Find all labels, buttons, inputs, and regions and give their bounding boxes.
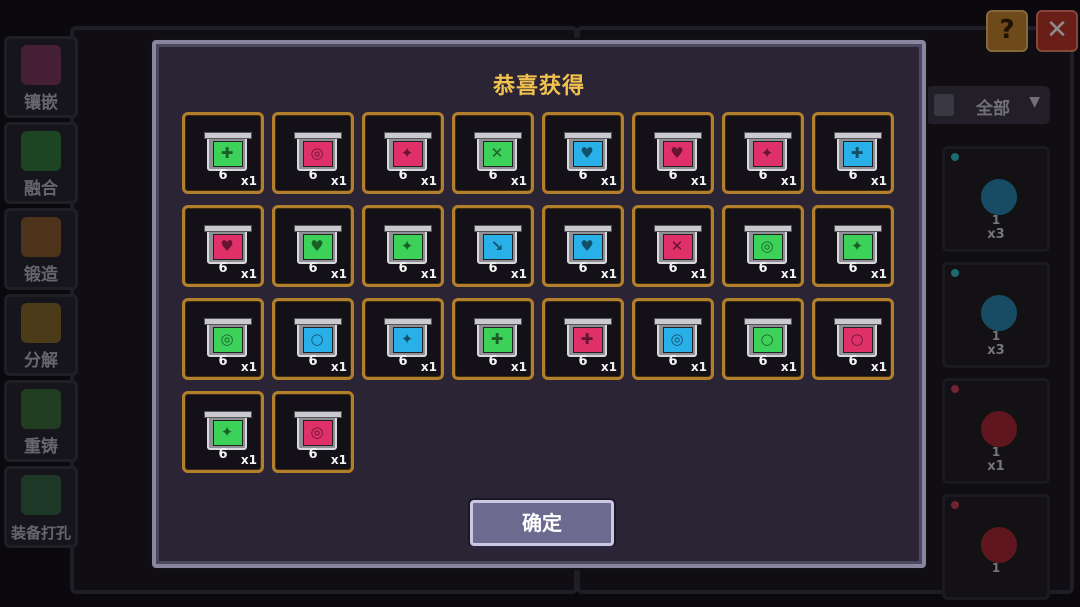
ring-gem-icon: ○: [294, 318, 342, 357]
reward-quantity: x1: [510, 360, 527, 374]
reward-slot[interactable]: ♥ 6 x1: [182, 205, 264, 287]
reward-dialog: 恭喜获得 ✚ 6 x1 ◎ 6 x1 ✦ 6 x1 ✕ 6 x1 ♥ 6 x1 ♥ 6 x1 ✦ 6 x1 ✚ 6 x1 ♥ 6 x…: [152, 40, 926, 568]
reward-slot[interactable]: ○ 6 x1: [812, 298, 894, 380]
reward-slot[interactable]: ✕ 6 x1: [632, 205, 714, 287]
dialog-title: 恭喜获得: [492, 74, 585, 99]
reward-quantity: x1: [510, 267, 527, 281]
wing-gem-icon: ✦: [834, 225, 882, 264]
wing-gem-icon: ✦: [744, 132, 792, 171]
reward-quantity: x1: [420, 174, 437, 188]
spiral-gem-icon: ◎: [204, 318, 252, 357]
plus-gem-icon: ✚: [834, 132, 882, 171]
reward-slot[interactable]: ✚ 6 x1: [182, 112, 264, 194]
reward-quantity: x1: [240, 360, 257, 374]
reward-slot[interactable]: ♥ 6 x1: [542, 112, 624, 194]
ring-gem-icon: ○: [834, 318, 882, 357]
reward-quantity: x1: [330, 267, 347, 281]
reward-slot[interactable]: ♥ 6 x1: [272, 205, 354, 287]
reward-slot[interactable]: ✦ 6 x1: [812, 205, 894, 287]
reward-slot[interactable]: ✦ 6 x1: [722, 112, 804, 194]
reward-quantity: x1: [780, 360, 797, 374]
reward-slot[interactable]: ✕ 6 x1: [452, 112, 534, 194]
reward-quantity: x1: [240, 453, 257, 467]
reward-slot[interactable]: ✦ 6 x1: [362, 205, 444, 287]
reward-quantity: x1: [780, 267, 797, 281]
reward-quantity: x1: [510, 174, 527, 188]
reward-quantity: x1: [690, 360, 707, 374]
reward-slot[interactable]: ✚ 6 x1: [542, 298, 624, 380]
reward-quantity: x1: [240, 174, 257, 188]
plus-gem-icon: ✚: [474, 318, 522, 357]
reward-slot[interactable]: ♥ 6 x1: [542, 205, 624, 287]
wing-gem-icon: ✦: [384, 225, 432, 264]
reward-quantity: x1: [600, 360, 617, 374]
reward-slot[interactable]: ↘ 6 x1: [452, 205, 534, 287]
cross-gem-icon: ✕: [654, 225, 702, 264]
reward-quantity: x1: [420, 267, 437, 281]
spiral-gem-icon: ◎: [744, 225, 792, 264]
reward-slot[interactable]: ○ 6 x1: [272, 298, 354, 380]
wing-gem-icon: ✦: [204, 411, 252, 450]
spiral-gem-icon: ◎: [294, 132, 342, 171]
heart-gem-icon: ♥: [564, 132, 612, 171]
reward-slot[interactable]: ◎ 6 x1: [182, 298, 264, 380]
reward-slot[interactable]: ○ 6 x1: [722, 298, 804, 380]
reward-quantity: x1: [870, 174, 887, 188]
reward-slot[interactable]: ♥ 6 x1: [632, 112, 714, 194]
spiral-gem-icon: ◎: [654, 318, 702, 357]
wing-gem-icon: ✦: [384, 318, 432, 357]
reward-quantity: x1: [780, 174, 797, 188]
reward-quantity: x1: [870, 360, 887, 374]
reward-quantity: x1: [330, 453, 347, 467]
reward-slot[interactable]: ✦ 6 x1: [362, 298, 444, 380]
reward-slot[interactable]: ✦ 6 x1: [362, 112, 444, 194]
reward-quantity: x1: [330, 174, 347, 188]
reward-quantity: x1: [600, 267, 617, 281]
reward-quantity: x1: [690, 174, 707, 188]
spiral-gem-icon: ◎: [294, 411, 342, 450]
reward-slot[interactable]: ✦ 6 x1: [182, 391, 264, 473]
plus-gem-icon: ✚: [564, 318, 612, 357]
reward-slot[interactable]: ✚ 6 x1: [812, 112, 894, 194]
ring-gem-icon: ○: [744, 318, 792, 357]
reward-quantity: x1: [600, 174, 617, 188]
reward-slot[interactable]: ◎ 6 x1: [632, 298, 714, 380]
reward-quantity: x1: [870, 267, 887, 281]
heart-gem-icon: ♥: [294, 225, 342, 264]
reward-quantity: x1: [240, 267, 257, 281]
confirm-button[interactable]: 确定: [470, 500, 614, 546]
reward-quantity: x1: [690, 267, 707, 281]
reward-quantity: x1: [330, 360, 347, 374]
reward-slot[interactable]: ◎ 6 x1: [272, 391, 354, 473]
cross-gem-icon: ✕: [474, 132, 522, 171]
reward-slot[interactable]: ◎ 6 x1: [722, 205, 804, 287]
reward-quantity: x1: [420, 360, 437, 374]
heart-gem-icon: ♥: [654, 132, 702, 171]
reward-slot[interactable]: ✚ 6 x1: [452, 298, 534, 380]
wing-gem-icon: ✦: [384, 132, 432, 171]
heart-gem-icon: ♥: [564, 225, 612, 264]
attack-gem-icon: ✚: [204, 132, 252, 171]
reward-slot[interactable]: ◎ 6 x1: [272, 112, 354, 194]
heart-gem-icon: ♥: [204, 225, 252, 264]
arrow-gem-icon: ↘: [474, 225, 522, 264]
